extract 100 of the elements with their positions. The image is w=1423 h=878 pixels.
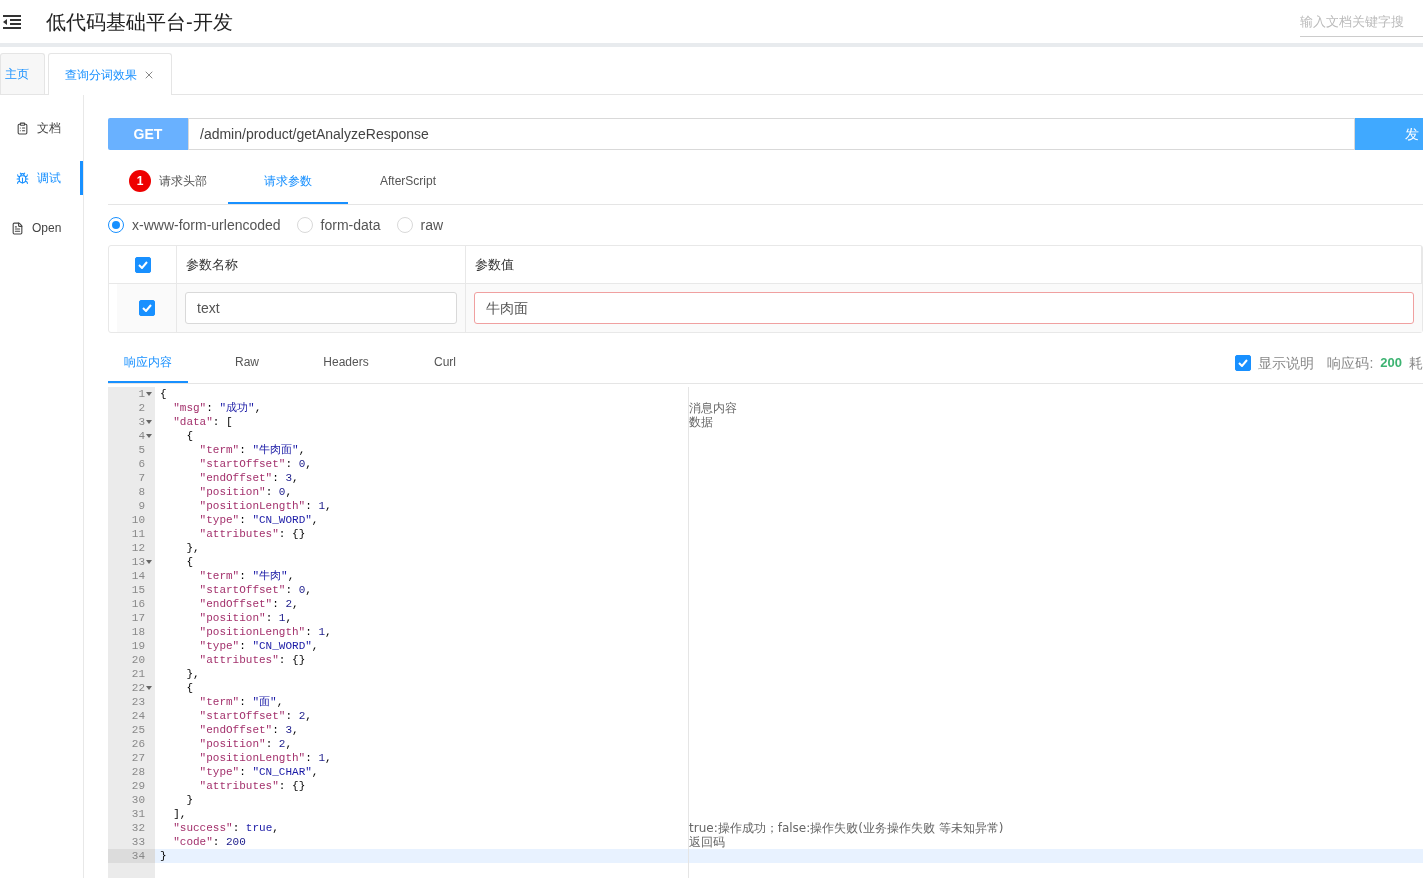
- code-line: "positionLength": 1,: [198, 752, 332, 764]
- line-number: 9: [138, 499, 145, 513]
- line-number: 10: [131, 513, 145, 527]
- menu-icon[interactable]: [3, 14, 21, 29]
- line-number: 33: [131, 835, 145, 849]
- code-line: "msg": "成功",: [172, 402, 262, 414]
- line-number: 30: [131, 793, 145, 807]
- response-tab[interactable]: Headers: [306, 343, 386, 383]
- status-label: 响应码:: [1327, 353, 1374, 373]
- checkbox[interactable]: [134, 256, 151, 273]
- line-number: 26: [131, 737, 145, 751]
- line-number: 8: [138, 485, 145, 499]
- line-number: 27: [131, 751, 145, 765]
- code-line: },: [185, 542, 200, 554]
- request-tab[interactable]: 1 请求头部: [108, 159, 228, 204]
- app-title: 低代码基础平台-开发: [46, 9, 233, 35]
- sidebar-item[interactable]: Open: [0, 211, 83, 245]
- radio-option[interactable]: form-data: [296, 214, 381, 236]
- code-line: "type": "CN_CHAR",: [198, 766, 319, 778]
- sidebar-item[interactable]: 文档: [0, 111, 83, 145]
- search-field[interactable]: 输入文档关键字搜: [1300, 7, 1423, 37]
- field-note: 消息内容: [689, 401, 737, 415]
- code-line: "term": "面",: [198, 696, 284, 708]
- code-line: "endOffset": 3,: [198, 472, 299, 484]
- line-number: 23: [131, 695, 145, 709]
- line-number: 1: [138, 387, 145, 401]
- line-number: 3: [138, 415, 145, 429]
- line-number: 31: [131, 807, 145, 821]
- line-number: 28: [131, 765, 145, 779]
- radio-option[interactable]: raw: [396, 214, 444, 236]
- check-icon: [137, 260, 148, 269]
- clipboard-icon: [16, 121, 29, 135]
- code-line: ],: [172, 808, 187, 820]
- line-number: 17: [131, 611, 145, 625]
- code-line: "term": "牛肉面",: [198, 444, 306, 456]
- code-line: "positionLength": 1,: [198, 500, 332, 512]
- line-number: 11: [131, 527, 145, 541]
- code-line: "code": 200: [172, 836, 246, 848]
- response-tab[interactable]: Curl: [405, 343, 485, 383]
- code-line: "success": true,: [172, 822, 279, 834]
- radio-option[interactable]: x-www-form-urlencoded: [108, 214, 281, 236]
- checkbox-label: 显示说明: [1258, 353, 1315, 373]
- caret-icon[interactable]: [146, 434, 152, 438]
- url-field[interactable]: /admin/product/getAnalyzeResponse: [188, 118, 1355, 150]
- line-number: 34: [131, 849, 145, 863]
- bug-icon: [16, 171, 29, 185]
- value-field[interactable]: 牛肉面: [474, 292, 1414, 324]
- code-line: "type": "CN_WORD",: [198, 640, 319, 652]
- code-line: "term": "牛肉",: [198, 570, 295, 582]
- code-line: {: [185, 430, 193, 442]
- field-note: 返回码: [689, 835, 725, 849]
- code-line: "attributes": {}: [198, 654, 306, 666]
- checkbox[interactable]: [138, 300, 155, 316]
- line-number: 21: [131, 667, 145, 681]
- code-line: "startOffset": 0,: [198, 584, 312, 596]
- status-code: 200: [1380, 354, 1402, 373]
- count-badge: 1: [129, 169, 151, 192]
- code-line: "endOffset": 2,: [198, 598, 299, 610]
- caret-icon[interactable]: [146, 560, 152, 564]
- code-line: "position": 1,: [198, 612, 293, 624]
- check-icon: [141, 304, 152, 312]
- code-line: "type": "CN_WORD",: [198, 514, 319, 526]
- response-tab[interactable]: Raw: [207, 343, 287, 383]
- code-line: "attributes": {}: [198, 528, 306, 540]
- column-header: 参数值: [475, 255, 514, 274]
- line-number: 20: [131, 653, 145, 667]
- line-number: 15: [131, 583, 145, 597]
- line-number: 25: [131, 723, 145, 737]
- line-number: 6: [138, 457, 145, 471]
- code-line: "positionLength": 1,: [198, 626, 332, 638]
- code-line: {: [185, 682, 193, 694]
- checkbox[interactable]: [1235, 355, 1252, 371]
- code-line: "endOffset": 3,: [198, 724, 299, 736]
- code-line: "attributes": {}: [198, 780, 306, 792]
- line-number: 19: [131, 639, 145, 653]
- code-line: {: [160, 388, 167, 400]
- line-number: 18: [131, 625, 145, 639]
- time-label: 耗: [1409, 353, 1423, 373]
- code-line: "startOffset": 2,: [198, 710, 312, 722]
- caret-icon[interactable]: [146, 392, 152, 396]
- code-line: "data": [: [172, 416, 233, 428]
- caret-icon[interactable]: [146, 420, 152, 424]
- code-line: }: [160, 850, 167, 862]
- line-number: 24: [131, 709, 145, 723]
- request-tab[interactable]: AfterScript: [348, 159, 468, 204]
- code-line: "startOffset": 0,: [198, 458, 312, 470]
- line-number: 5: [138, 443, 145, 457]
- name-field[interactable]: text: [185, 292, 457, 324]
- line-number: 29: [131, 779, 145, 793]
- check-icon: [1238, 359, 1249, 367]
- line-number: 12: [131, 541, 145, 555]
- line-number: 4: [138, 429, 145, 443]
- line-number: 2: [138, 401, 145, 415]
- code-line: "position": 2,: [198, 738, 293, 750]
- caret-icon[interactable]: [146, 686, 152, 690]
- code-line: },: [185, 668, 200, 680]
- code-line: "position": 0,: [198, 486, 293, 498]
- line-number: 22: [131, 681, 145, 695]
- field-note: true:操作成功；false:操作失败(业务操作失败 等未知异常): [689, 821, 1004, 835]
- line-number: 16: [131, 597, 145, 611]
